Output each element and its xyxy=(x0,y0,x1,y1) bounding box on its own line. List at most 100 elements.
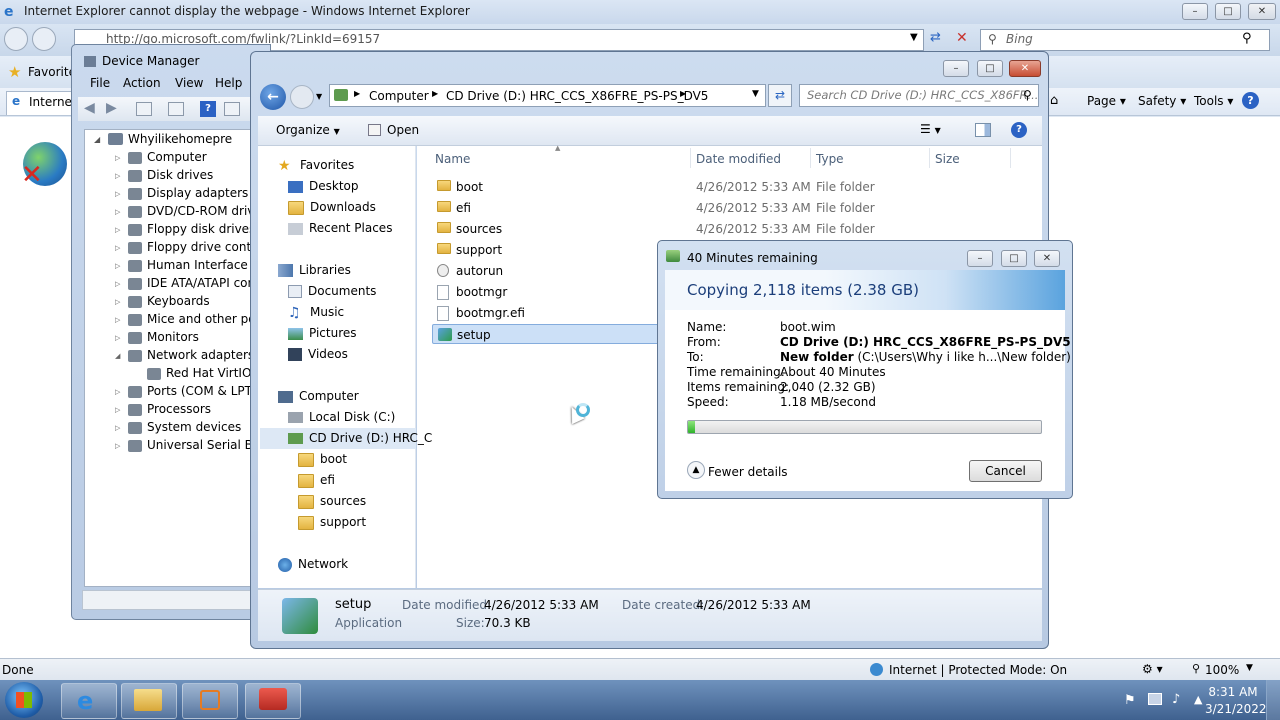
nav-computer[interactable]: Computer xyxy=(278,389,359,403)
value-from[interactable]: CD Drive (D:) HRC_CCS_X86FRE_PS-PS_DV5 xyxy=(780,335,1071,349)
home-icon[interactable]: ⌂ xyxy=(1050,93,1058,108)
dm-item-system-devices[interactable]: System devices xyxy=(128,420,241,434)
explorer-back-button[interactable]: ← xyxy=(260,84,286,110)
dm-expand-usb-icon[interactable]: ▷ xyxy=(115,442,120,450)
dm-item-floppy-disk[interactable]: Floppy disk drives xyxy=(128,222,255,236)
explorer-minimize-button[interactable]: – xyxy=(943,60,969,77)
dm-expand-ide-icon[interactable]: ▷ xyxy=(115,280,120,288)
copy-dialog-minimize-button[interactable]: – xyxy=(967,250,993,267)
dm-root-expand-icon[interactable]: ◢ xyxy=(94,135,100,144)
dm-item-display-adapters[interactable]: Display adapters xyxy=(128,186,248,200)
nav-desktop[interactable]: Desktop xyxy=(288,179,359,193)
dm-view-icon[interactable] xyxy=(168,102,184,116)
nav-favorites[interactable]: ★ Favorites xyxy=(278,158,354,173)
show-desktop-button[interactable] xyxy=(1266,680,1280,720)
explorer-search-icon[interactable]: ⚲ xyxy=(1023,88,1032,102)
breadcrumb-sep-icon-2[interactable]: ▶ xyxy=(432,89,438,98)
dm-item-processors[interactable]: Processors xyxy=(128,402,211,416)
tray-network-icon[interactable] xyxy=(1148,693,1162,705)
dm-expand-processors-icon[interactable]: ▷ xyxy=(115,406,120,414)
dm-menu-file[interactable]: File xyxy=(90,76,110,90)
tray-volume-icon[interactable]: ♪ xyxy=(1172,692,1180,707)
dm-scan-icon[interactable] xyxy=(224,102,240,116)
nav-videos[interactable]: Videos xyxy=(288,347,348,361)
recent-pages-dropdown-icon[interactable]: ▼ xyxy=(316,92,322,101)
nav-local-disk[interactable]: Local Disk (C:) xyxy=(288,410,395,424)
dm-menu-view[interactable]: View xyxy=(175,76,203,90)
dm-item-mice[interactable]: Mice and other poir xyxy=(128,312,264,326)
file-row-bootmgr-efi[interactable]: bootmgr.efi xyxy=(432,303,662,323)
nav-cd-drive[interactable]: CD Drive (D:) HRC_C xyxy=(288,431,432,445)
col-header-size[interactable]: Size xyxy=(935,152,960,166)
breadcrumb-sep-icon[interactable]: ▶ xyxy=(354,89,360,98)
dm-expand-floppy-ctrl-icon[interactable]: ▷ xyxy=(115,244,120,252)
nav-sub-support[interactable]: support xyxy=(298,515,366,530)
col-header-name[interactable]: Name xyxy=(435,152,470,166)
dm-item-hid[interactable]: Human Interface De xyxy=(128,258,268,272)
dm-menu-help[interactable]: Help xyxy=(215,76,242,90)
breadcrumb-sep-icon-3[interactable]: ▶ xyxy=(680,89,686,98)
status-zone[interactable]: Internet | Protected Mode: On xyxy=(889,663,1067,677)
dm-expand-keyboards-icon[interactable]: ▷ xyxy=(115,298,120,306)
tray-time[interactable]: 8:31 AM xyxy=(1208,685,1258,699)
file-row-support[interactable]: support xyxy=(432,240,662,260)
dm-expand-computer-icon[interactable]: ▷ xyxy=(115,154,120,162)
safety-menu[interactable]: Safety ▾ xyxy=(1138,94,1186,108)
col-header-date[interactable]: Date modified xyxy=(696,152,781,166)
ie-minimize-button[interactable]: – xyxy=(1182,3,1208,20)
explorer-maximize-button[interactable]: □ xyxy=(977,60,1003,77)
file-row-setup[interactable]: setup xyxy=(432,324,662,344)
dm-item-keyboards[interactable]: Keyboards xyxy=(128,294,210,308)
dm-item-computer[interactable]: Computer xyxy=(128,150,207,164)
breadcrumb-computer[interactable]: Computer xyxy=(369,89,429,103)
explorer-close-button[interactable]: ✕ xyxy=(1009,60,1041,77)
organize-button[interactable]: Organize ▼ xyxy=(276,123,340,137)
file-row-efi[interactable]: efi xyxy=(432,198,662,218)
dm-back-icon[interactable]: ◀ xyxy=(84,100,95,116)
dm-item-virtio[interactable]: Red Hat VirtIO E xyxy=(147,366,263,380)
dm-menu-action[interactable]: Action xyxy=(123,76,161,90)
fewer-details-button[interactable]: ▲ xyxy=(687,461,705,479)
tray-flag-icon[interactable]: ⚑ xyxy=(1124,693,1136,708)
dm-item-ports[interactable]: Ports (COM & LPT) xyxy=(128,384,257,398)
nav-sub-sources[interactable]: sources xyxy=(298,494,366,509)
explorer-forward-button[interactable] xyxy=(290,85,314,109)
dm-expand-hid-icon[interactable]: ▷ xyxy=(115,262,120,270)
dm-properties-icon[interactable] xyxy=(136,102,152,116)
dm-item-ide[interactable]: IDE ATA/ATAPI con xyxy=(128,276,255,290)
file-row-autorun[interactable]: autorun xyxy=(432,261,662,281)
file-row-sources[interactable]: sources xyxy=(432,219,662,239)
file-row-boot[interactable]: boot xyxy=(432,177,662,197)
ie-maximize-button[interactable]: □ xyxy=(1215,3,1241,20)
nav-sub-efi[interactable]: efi xyxy=(298,473,335,488)
dm-expand-ports-icon[interactable]: ▷ xyxy=(115,388,120,396)
copy-dialog-close-button[interactable]: ✕ xyxy=(1034,250,1060,267)
dm-expand-dvd-icon[interactable]: ▷ xyxy=(115,208,120,216)
nav-sub-boot[interactable]: boot xyxy=(298,452,347,467)
open-button[interactable]: Open xyxy=(387,123,419,137)
dm-root-label[interactable]: Whyilikehomepre xyxy=(128,132,232,146)
dm-forward-icon[interactable]: ▶ xyxy=(106,100,117,116)
refresh-button[interactable]: ⇄ xyxy=(768,84,792,107)
dm-help-icon[interactable]: ? xyxy=(200,101,216,117)
help-icon[interactable]: ? xyxy=(1242,92,1259,109)
file-row-bootmgr[interactable]: bootmgr xyxy=(432,282,662,302)
nav-network[interactable]: Network xyxy=(278,557,348,572)
dm-item-disk-drives[interactable]: Disk drives xyxy=(128,168,213,182)
change-view-icon[interactable]: ☰ ▼ xyxy=(920,122,941,136)
zoom-dropdown-icon[interactable]: ▼ xyxy=(1246,663,1253,673)
copy-dialog-maximize-button[interactable]: □ xyxy=(1001,250,1027,267)
dm-item-network-adapters[interactable]: Network adapters xyxy=(128,348,254,362)
cancel-button[interactable]: Cancel xyxy=(969,460,1042,482)
dm-item-usb[interactable]: Universal Serial Bus xyxy=(128,438,267,452)
value-to[interactable]: New folder (C:\Users\Why i like h...\New… xyxy=(780,350,1071,364)
dm-expand-disk-icon[interactable]: ▷ xyxy=(115,172,120,180)
ie-close-button[interactable]: ✕ xyxy=(1248,3,1276,20)
zoom-level[interactable]: 100% xyxy=(1205,663,1239,677)
dm-expand-monitors-icon[interactable]: ▷ xyxy=(115,334,120,342)
tools-menu[interactable]: Tools ▾ xyxy=(1194,94,1233,108)
nav-documents[interactable]: Documents xyxy=(288,284,376,298)
dm-expand-system-icon[interactable]: ▷ xyxy=(115,424,120,432)
nav-recent-places[interactable]: Recent Places xyxy=(288,221,392,235)
breadcrumb-cd-drive[interactable]: CD Drive (D:) HRC_CCS_X86FRE_PS-PS_DV5 xyxy=(446,89,708,103)
